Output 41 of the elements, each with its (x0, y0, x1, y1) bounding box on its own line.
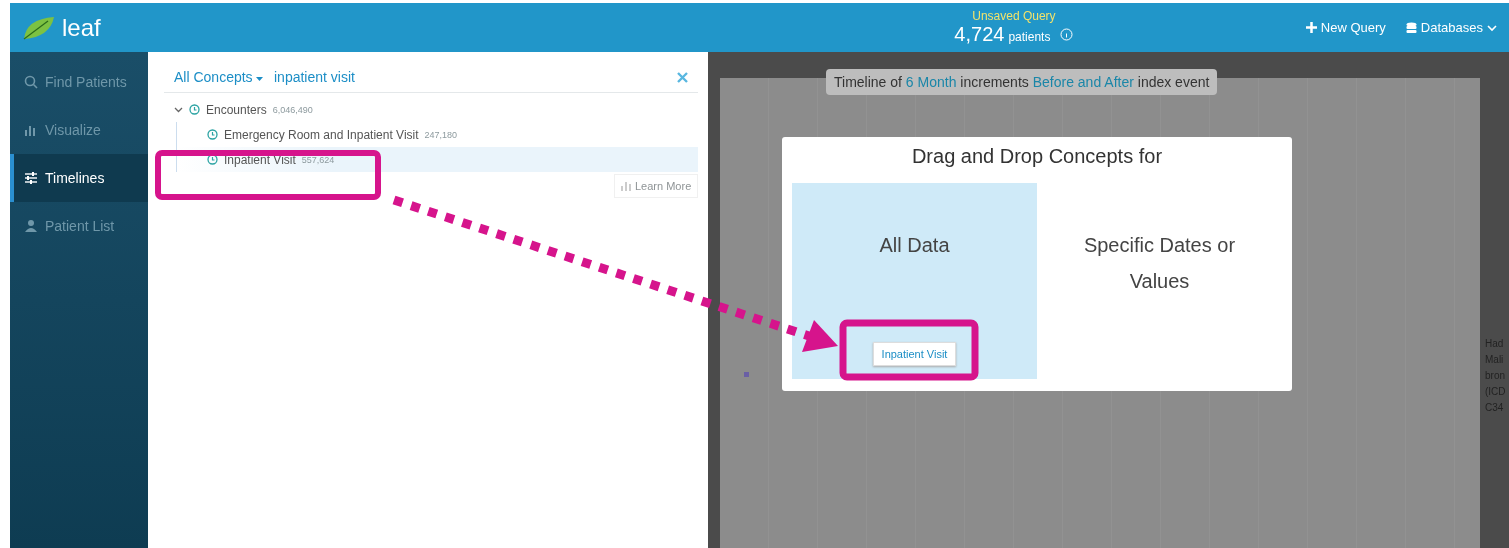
data-point (744, 372, 749, 377)
chevron-down-icon (1487, 23, 1497, 32)
search-icon (24, 75, 38, 89)
sidebar-item[interactable]: Patient List (10, 202, 148, 250)
database-icon (1405, 21, 1417, 34)
bar-chart-icon (24, 123, 38, 137)
patient-count: 557,624 (301, 154, 335, 165)
tree-node[interactable]: Encounters 6,046,490 (164, 97, 698, 122)
dialog-title: Drag and Drop Concepts for (910, 145, 1164, 169)
drop-zone[interactable]: All Data Inpatient Visit (792, 183, 1037, 379)
drop-zone[interactable]: Specific Dates or Values (1037, 183, 1282, 379)
new-query-button[interactable]: New Query (1305, 20, 1386, 35)
patient-count: 247,180 (424, 129, 458, 140)
patient-count: 6,046,490 (272, 104, 313, 115)
drop-zone-label: All Data (879, 233, 950, 258)
bar-chart-icon (621, 181, 631, 191)
sidebar-item[interactable]: Visualize (10, 106, 148, 154)
clock-icon (207, 154, 218, 165)
drop-zone-label: Specific Dates or Values (1082, 233, 1237, 294)
sidebar-item[interactable]: Timelines (10, 154, 148, 202)
learn-more-button[interactable]: Learn More (614, 174, 699, 198)
patient-total: 4,724 (954, 23, 1005, 46)
query-title: Unsaved Query (972, 9, 1056, 23)
clock-icon (207, 129, 218, 140)
person-icon (24, 219, 38, 233)
concept-chip[interactable]: Inpatient Visit (872, 342, 957, 366)
patients-label: patients (1008, 30, 1051, 44)
sliders-icon (24, 171, 38, 185)
logo-text: leaf (62, 13, 101, 42)
databases-menu[interactable]: Databases (1405, 20, 1497, 35)
clock-icon (189, 104, 200, 115)
close-icon[interactable] (677, 71, 688, 83)
timeline-banner: Timeline of 6 Month increments Before and After index event (826, 69, 1218, 95)
leaf-logo-icon (22, 14, 56, 41)
info-icon[interactable] (1060, 28, 1074, 41)
caret-icon (256, 77, 264, 82)
scope-dropdown[interactable]: All Concepts (164, 68, 274, 86)
chevron-icon[interactable] (174, 105, 183, 114)
plus-icon (1305, 22, 1317, 33)
sidebar-item[interactable]: Find Patients (10, 58, 148, 106)
search-field[interactable]: inpatient visit (274, 69, 698, 85)
